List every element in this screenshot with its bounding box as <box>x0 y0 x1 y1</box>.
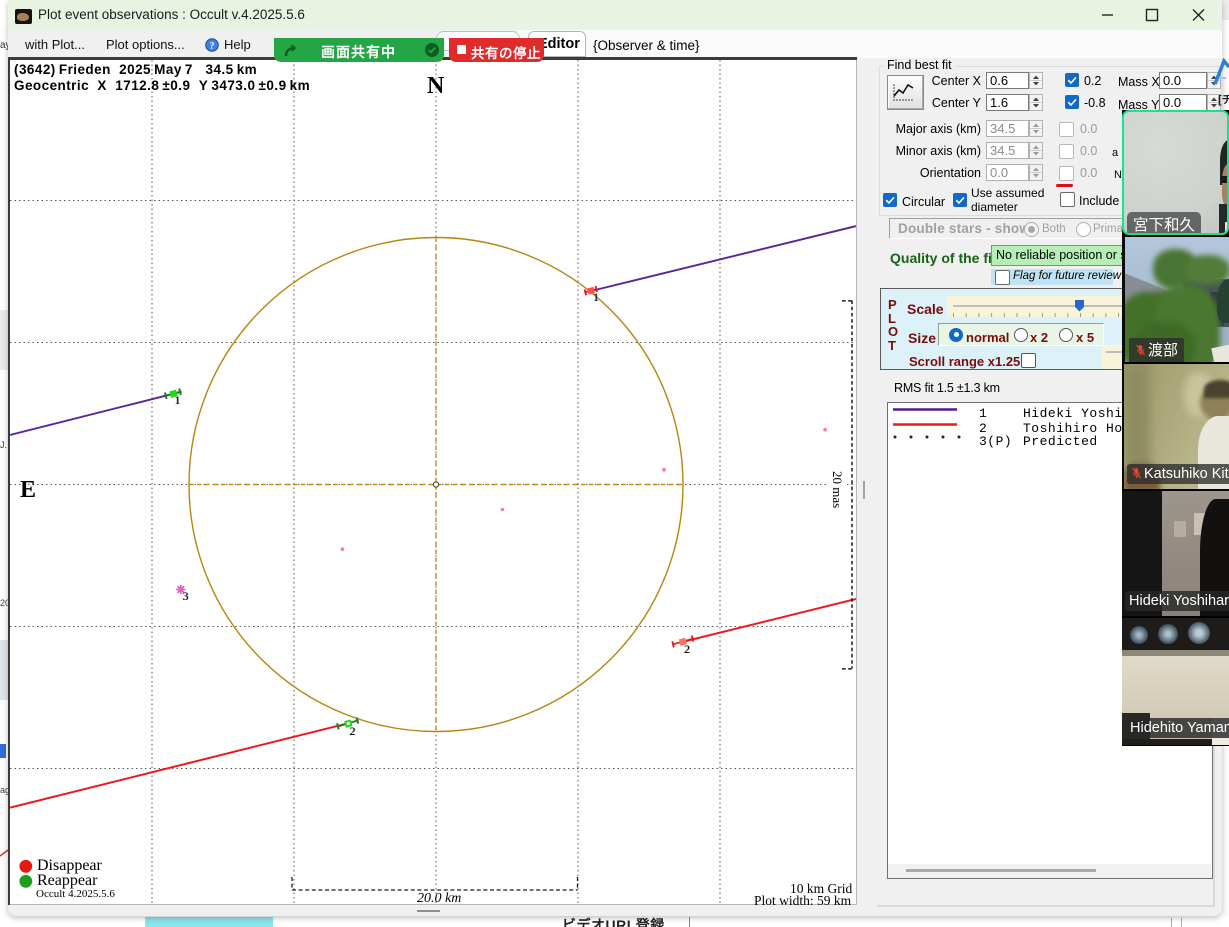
svg-text:2: 2 <box>684 642 690 656</box>
svg-text:?: ? <box>210 41 215 52</box>
svg-text:3: 3 <box>183 589 189 603</box>
svg-text:2: 2 <box>350 724 356 738</box>
svg-text:1: 1 <box>593 290 599 304</box>
svg-text:1: 1 <box>175 393 181 407</box>
